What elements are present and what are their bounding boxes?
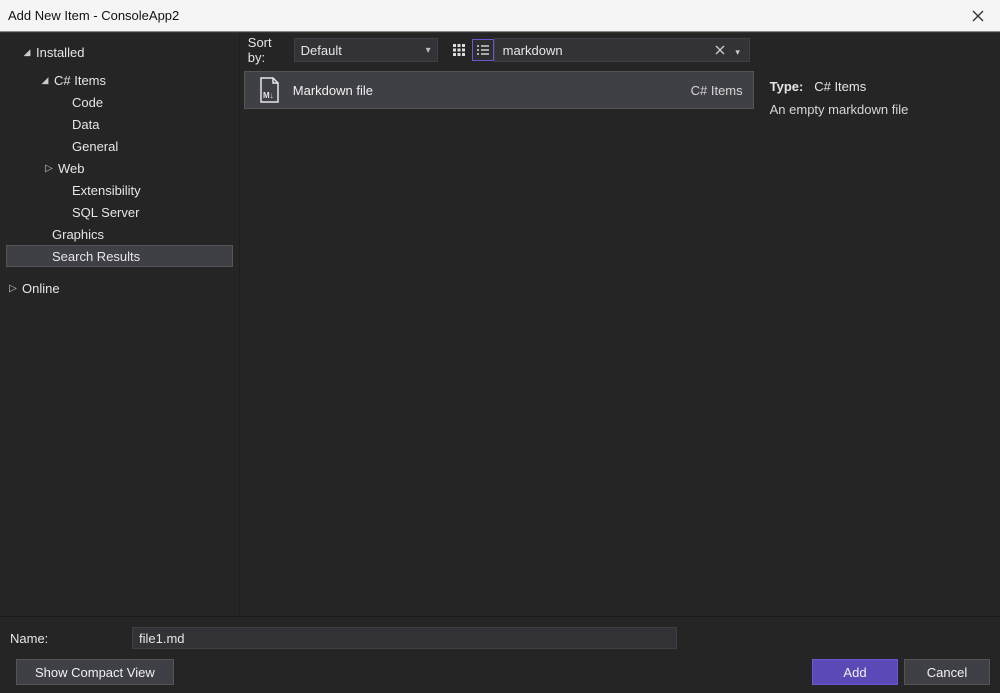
filename-input[interactable] (132, 627, 677, 649)
template-category: C# Items (691, 83, 743, 98)
chevron-down-icon: ▾ (735, 47, 740, 57)
close-icon (972, 10, 984, 22)
dialog-body: Installed C# Items Code Data General W (0, 32, 1000, 693)
list-view-button[interactable] (472, 39, 494, 61)
window-close-button[interactable] (964, 2, 992, 30)
tree-item-installed[interactable]: Installed (6, 41, 233, 63)
tree-label: Extensibility (72, 183, 141, 198)
details-type-value: C# Items (814, 79, 866, 94)
expand-icon (56, 139, 70, 153)
tree-label: Installed (36, 45, 84, 60)
add-button[interactable]: Add (812, 659, 898, 685)
expand-icon (20, 45, 34, 59)
tree-label: Search Results (52, 249, 140, 264)
tree-label: SQL Server (72, 205, 139, 220)
template-name: Markdown file (293, 83, 691, 98)
titlebar: Add New Item - ConsoleApp2 (0, 0, 1000, 32)
grid-view-button[interactable] (448, 39, 470, 61)
tree-label: Online (22, 281, 60, 296)
expand-icon (38, 73, 52, 87)
chevron-down-icon: ▾ (426, 45, 431, 56)
tree-item-online[interactable]: Online (6, 277, 233, 299)
clear-search-button[interactable] (711, 43, 729, 58)
markdown-file-icon: M↓ (255, 76, 283, 104)
template-item-markdown[interactable]: M↓ Markdown file C# Items (244, 71, 754, 109)
tree-label: Data (72, 117, 99, 132)
search-options-button[interactable]: ▾ (729, 43, 747, 58)
expand-icon (56, 95, 70, 109)
tree-item-general[interactable]: General (6, 135, 233, 157)
content-row: Installed C# Items Code Data General W (0, 33, 1000, 616)
compact-view-button[interactable]: Show Compact View (16, 659, 174, 685)
tree-item-sqlserver[interactable]: SQL Server (6, 201, 233, 223)
tree-item-web[interactable]: Web (6, 157, 233, 179)
search-input[interactable] (503, 43, 711, 58)
cancel-button[interactable]: Cancel (904, 659, 990, 685)
sortby-label: Sort by: (240, 35, 294, 65)
tree-label: Graphics (52, 227, 104, 242)
window-title: Add New Item - ConsoleApp2 (8, 8, 964, 23)
name-row: Name: (10, 627, 990, 649)
close-icon (715, 45, 725, 55)
search-box[interactable]: ▾ (494, 38, 750, 62)
tree-item-code[interactable]: Code (6, 91, 233, 113)
template-toolbar: Sort by: Default ▾ (240, 33, 758, 67)
view-toggle (448, 39, 494, 61)
tree-item-csitems[interactable]: C# Items (6, 69, 233, 91)
tree-item-graphics[interactable]: Graphics (6, 223, 233, 245)
button-row: Show Compact View Add Cancel (10, 659, 990, 685)
tree-label: Web (58, 161, 85, 176)
expand-icon (42, 161, 56, 175)
template-list: M↓ Markdown file C# Items (240, 67, 758, 616)
category-tree: Installed C# Items Code Data General W (0, 33, 239, 616)
footer: Name: Show Compact View Add Cancel (0, 616, 1000, 693)
template-panel: Sort by: Default ▾ (239, 33, 758, 616)
details-type-line: Type: C# Items (770, 79, 988, 94)
details-type-label: Type: (770, 79, 804, 94)
sortby-value: Default (301, 43, 342, 58)
svg-text:M↓: M↓ (263, 91, 274, 100)
grid-icon (452, 43, 466, 57)
expand-icon (6, 281, 20, 295)
tree-item-extensibility[interactable]: Extensibility (6, 179, 233, 201)
expand-icon (56, 117, 70, 131)
search-wrap: ▾ (494, 38, 752, 62)
tree-label: C# Items (54, 73, 106, 88)
sortby-dropdown[interactable]: Default ▾ (294, 38, 438, 62)
details-description: An empty markdown file (770, 102, 988, 117)
details-panel: Type: C# Items An empty markdown file (758, 33, 1000, 616)
tree-item-search-results[interactable]: Search Results (6, 245, 233, 267)
name-label: Name: (10, 631, 132, 646)
tree-item-data[interactable]: Data (6, 113, 233, 135)
list-icon (476, 43, 490, 57)
expand-icon (56, 205, 70, 219)
tree-label: Code (72, 95, 103, 110)
expand-icon (56, 183, 70, 197)
tree-label: General (72, 139, 118, 154)
